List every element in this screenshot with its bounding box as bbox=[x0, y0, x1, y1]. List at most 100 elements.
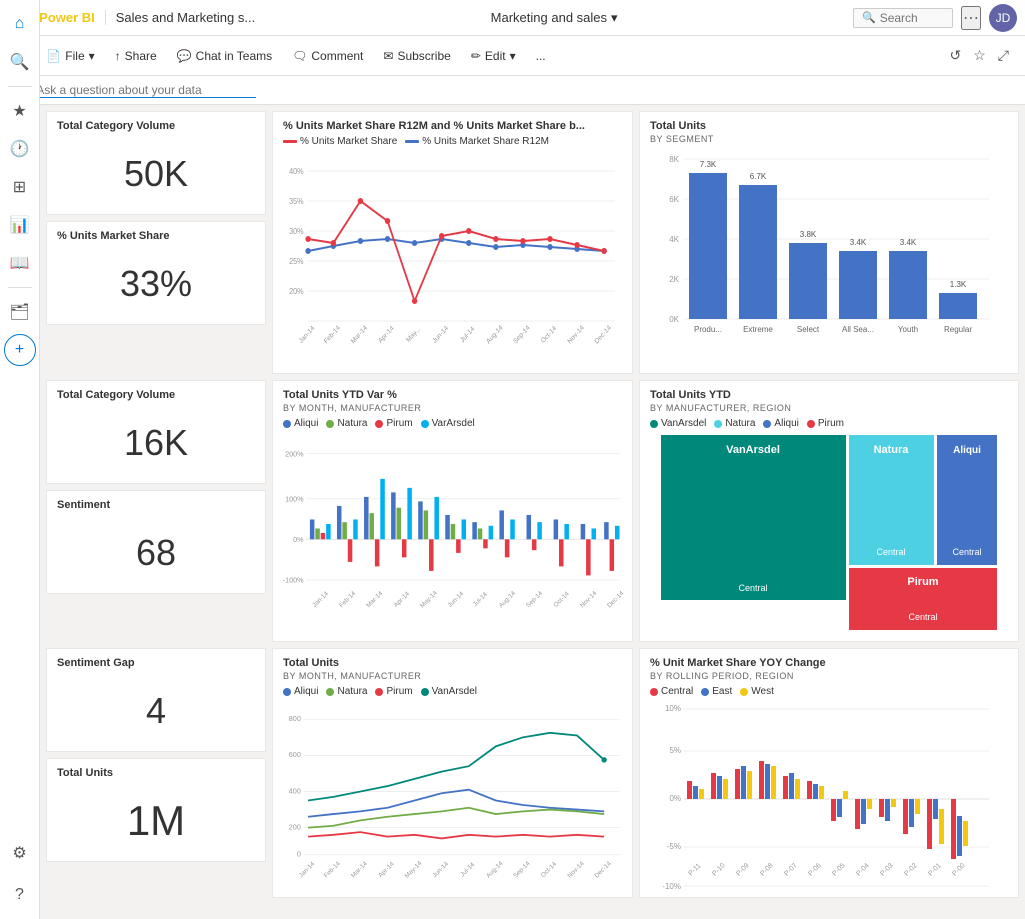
yoy-svg: 10% 5% 0% -5% -10% bbox=[648, 701, 1010, 891]
search-box[interactable]: 🔍 bbox=[853, 8, 953, 28]
fullscreen-button[interactable]: ⤢ bbox=[994, 43, 1013, 68]
dataset-label: Marketing and sales bbox=[491, 10, 607, 25]
line-chart-1-svg: 40% 35% 30% 25% 20% bbox=[281, 151, 624, 351]
nav-apps[interactable]: ⊞ bbox=[4, 171, 36, 203]
svg-text:P-10: P-10 bbox=[711, 862, 726, 877]
subscribe-button[interactable]: ✉ Subscribe bbox=[375, 45, 458, 67]
treemap-label-3: Aliqui bbox=[774, 418, 798, 429]
ytd-legend-label-1: Aliqui bbox=[294, 418, 318, 429]
svg-text:Natura: Natura bbox=[874, 444, 910, 456]
legend-item-market-share: % Units Market Share bbox=[283, 136, 397, 147]
nav-help[interactable]: ? bbox=[4, 879, 36, 911]
total-units-line-title: Total Units bbox=[273, 649, 632, 671]
ytd-legend-pirum: Pirum bbox=[375, 418, 412, 429]
kpi-title-2: % Units Market Share bbox=[47, 222, 265, 244]
yoy-dot-2 bbox=[701, 688, 709, 696]
nav-favorites[interactable]: ★ bbox=[4, 105, 36, 127]
yoy-chart-area: 10% 5% 0% -5% -10% bbox=[640, 701, 1018, 897]
ytd-legend-label-2: Natura bbox=[337, 418, 367, 429]
comment-button[interactable]: 🗨 Comment bbox=[284, 45, 371, 67]
svg-text:7.3K: 7.3K bbox=[700, 160, 717, 169]
svg-text:Extreme: Extreme bbox=[743, 325, 773, 334]
nav-settings[interactable]: ⚙ bbox=[4, 837, 36, 869]
svg-text:Regular: Regular bbox=[944, 325, 972, 334]
svg-text:40%: 40% bbox=[289, 167, 304, 176]
yoy-label-2: East bbox=[712, 686, 732, 697]
nav-workspaces[interactable]: 🗂 bbox=[4, 296, 36, 328]
nav-metrics[interactable]: 📊 bbox=[4, 209, 36, 241]
nav-create[interactable]: + bbox=[4, 334, 36, 366]
svg-text:P-04: P-04 bbox=[855, 862, 870, 877]
comment-label: Comment bbox=[311, 49, 363, 63]
yoy-legend: Central East West bbox=[640, 684, 1018, 701]
ytd-var-svg: 200% 100% 0% -100% bbox=[281, 433, 624, 633]
line-chart-1-legend: % Units Market Share % Units Market Shar… bbox=[273, 134, 632, 151]
top-bar-right: 🔍 ⋯ JD bbox=[853, 4, 1017, 32]
chat-button[interactable]: 💬 Chat in Teams bbox=[169, 45, 280, 67]
svg-text:Produ...: Produ... bbox=[694, 325, 722, 334]
svg-text:Aliqui: Aliqui bbox=[953, 445, 981, 456]
svg-text:35%: 35% bbox=[289, 197, 304, 206]
share-label: Share bbox=[125, 49, 157, 63]
svg-text:100%: 100% bbox=[285, 494, 304, 503]
treemap-legend-aliqui: Aliqui bbox=[763, 418, 798, 429]
svg-text:-5%: -5% bbox=[667, 842, 681, 851]
svg-text:Oct-14: Oct-14 bbox=[540, 860, 559, 879]
search-input[interactable] bbox=[880, 11, 950, 25]
share-icon: ↑ bbox=[115, 49, 121, 63]
nav-recent[interactable]: 🕐 bbox=[4, 133, 36, 165]
avatar[interactable]: JD bbox=[989, 4, 1017, 32]
kpi-column-3: Sentiment Gap 4 Total Units 1M bbox=[46, 648, 266, 898]
kpi-value-6: 1M bbox=[47, 781, 265, 861]
svg-text:6.7K: 6.7K bbox=[750, 172, 767, 181]
favorite-button[interactable]: ☆ bbox=[969, 43, 990, 68]
nav-learn[interactable]: 📖 bbox=[4, 247, 36, 279]
file-button[interactable]: 📄 File ▾ bbox=[38, 45, 102, 67]
svg-text:P-01: P-01 bbox=[927, 862, 942, 877]
dataset-selector[interactable]: Marketing and sales ▾ bbox=[491, 10, 618, 26]
report-title: Sales and Marketing s... bbox=[105, 10, 255, 25]
tu-label-1: Aliqui bbox=[294, 686, 318, 697]
subscribe-label: Subscribe bbox=[397, 49, 450, 63]
file-label: File bbox=[65, 49, 84, 63]
more-options-button[interactable]: ⋯ bbox=[961, 6, 981, 30]
svg-text:Mar-14: Mar-14 bbox=[350, 324, 369, 345]
treemap-label-4: Pirum bbox=[818, 418, 844, 429]
svg-text:10%: 10% bbox=[665, 704, 681, 713]
yoy-chart-card: % Unit Market Share YOY Change BY ROLLIN… bbox=[639, 648, 1019, 898]
svg-text:Sep-14: Sep-14 bbox=[512, 860, 532, 880]
svg-text:800: 800 bbox=[289, 714, 301, 723]
ytd-legend-label-3: Pirum bbox=[386, 418, 412, 429]
svg-text:P-08: P-08 bbox=[759, 862, 774, 877]
left-nav: ⌂ 🔍 ★ 🕐 ⊞ 📊 📖 🗂 + ⚙ ? bbox=[0, 105, 40, 919]
svg-text:May...: May... bbox=[405, 326, 422, 344]
share-button[interactable]: ↑ Share bbox=[107, 45, 165, 67]
svg-text:Apr-14: Apr-14 bbox=[377, 860, 396, 879]
ytd-legend-dot-4 bbox=[421, 420, 429, 428]
svg-text:Dec-14: Dec-14 bbox=[594, 324, 613, 345]
refresh-button[interactable]: ↺ bbox=[946, 43, 966, 68]
svg-text:Jan-14: Jan-14 bbox=[298, 860, 317, 879]
svg-text:0%: 0% bbox=[293, 535, 304, 544]
qa-input[interactable] bbox=[36, 83, 256, 98]
kpi-title-6: Total Units bbox=[47, 759, 265, 781]
chat-icon: 💬 bbox=[177, 49, 192, 63]
total-units-card: Total Units 1M bbox=[46, 758, 266, 862]
svg-text:Aug-14: Aug-14 bbox=[498, 590, 518, 610]
tu-label-2: Natura bbox=[337, 686, 367, 697]
more-toolbar-button[interactable]: ... bbox=[528, 45, 554, 67]
subscribe-icon: ✉ bbox=[383, 49, 393, 63]
svg-text:VanArsdel: VanArsdel bbox=[726, 444, 780, 456]
svg-text:Mar-14: Mar-14 bbox=[365, 590, 384, 609]
dashboard: Total Category Volume 50K % Units Market… bbox=[40, 105, 1025, 904]
ytd-var-title: Total Units YTD Var % bbox=[273, 381, 632, 403]
treemap-label-1: VanArsdel bbox=[661, 418, 706, 429]
main-content: Total Category Volume 50K % Units Market… bbox=[40, 105, 1025, 919]
file-icon: 📄 bbox=[46, 49, 61, 63]
toolbar: ☰ 📄 File ▾ ↑ Share 💬 Chat in Teams 🗨 Com… bbox=[0, 36, 1025, 76]
svg-text:Pirum: Pirum bbox=[907, 576, 938, 588]
treemap-dot-1 bbox=[650, 420, 658, 428]
svg-text:Sep-14: Sep-14 bbox=[512, 324, 531, 345]
svg-text:Mar-14: Mar-14 bbox=[350, 860, 369, 879]
edit-button[interactable]: ✏ Edit ▾ bbox=[463, 45, 524, 67]
